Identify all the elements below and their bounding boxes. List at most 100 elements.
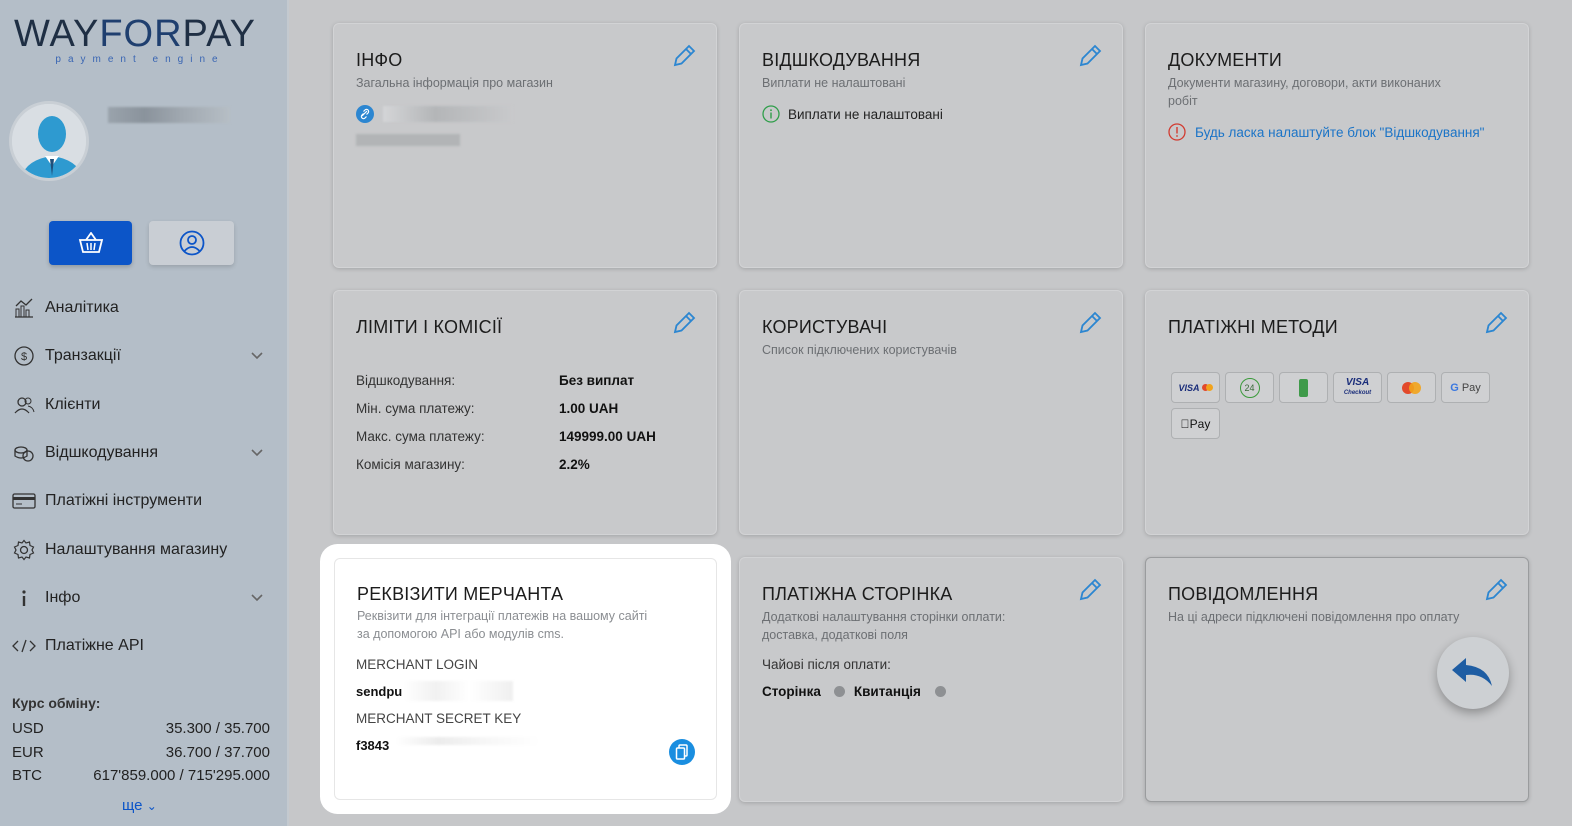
google-pay-icon[interactable]: G Pay [1441, 372, 1490, 403]
visa-checkout-icon[interactable]: VISA Checkout [1333, 372, 1382, 403]
nav-label: Відшкодування [45, 444, 159, 462]
sidebar-nav: Аналітика $ Транзакції Клієнти Відшкодув… [0, 284, 287, 670]
merchant-secret-key-label: MERCHANT SECRET KEY [356, 711, 522, 726]
terminal-icon[interactable] [1279, 372, 1328, 403]
card-subtitle: На ці адреси підключені повідомлення про… [1168, 610, 1460, 624]
limit-label: Комісія магазину: [356, 457, 465, 472]
gear-icon [12, 538, 36, 562]
tips-label: Чайові після оплати: [762, 657, 891, 672]
nav-item-payment-api[interactable]: Платіжне API [0, 622, 287, 670]
back-floating-button[interactable] [1437, 637, 1509, 709]
double-chevron-down-icon: ⌄ [146, 799, 157, 813]
rate-row: USD 35.300 / 35.700 [12, 720, 270, 738]
user-silhouette-icon [12, 104, 86, 178]
nav-label: Інфо [45, 588, 81, 606]
store-url-redacted [383, 106, 513, 122]
profile-button[interactable] [149, 221, 234, 265]
card-info: ІНФО Загальна інформація про магазин [333, 23, 717, 268]
edit-pencil-icon[interactable] [670, 42, 698, 70]
nav-label: Налаштування магазину [45, 540, 228, 558]
nav-item-analytics[interactable]: Аналітика [0, 284, 287, 332]
nav-item-info[interactable]: Інфо [0, 574, 287, 622]
tips-option-page: Сторінка [762, 684, 821, 699]
nav-label: Платіжне API [45, 637, 144, 655]
exchange-rates: Курс обміну: USD 35.300 / 35.700 EUR 36.70… [12, 695, 270, 788]
edit-pencil-icon[interactable] [1076, 42, 1104, 70]
rate-row: BTC 617'859.000 / 715'295.000 [12, 767, 270, 785]
card-title: ПОВІДОМЛЕННЯ [1168, 584, 1319, 604]
limit-value: Без виплат [559, 373, 635, 388]
masterpass-icon[interactable] [1387, 372, 1436, 403]
edit-pencil-icon[interactable] [1482, 576, 1510, 604]
edit-pencil-icon[interactable] [1482, 309, 1510, 337]
limit-value: 1.00 UAH [559, 401, 619, 416]
store-url[interactable] [356, 105, 513, 123]
nav-label: Транзакції [45, 347, 121, 365]
nav-item-payment-instruments[interactable]: Платіжні інструменти [0, 477, 287, 525]
shop-button[interactable] [49, 221, 132, 265]
card-title: ПЛАТІЖНА СТОРІНКА [762, 584, 953, 604]
nav-label: Платіжні інструменти [45, 492, 203, 510]
merchant-login-value[interactable]: sendpu [356, 684, 402, 699]
card-title: ІНФО [356, 50, 403, 70]
card-title: ПЛАТІЖНІ МЕТОДИ [1168, 317, 1338, 337]
rate-row: EUR 36.700 / 37.700 [12, 743, 270, 761]
nav-item-refunds[interactable]: Відшкодування [0, 429, 287, 477]
limit-value: 149999.00 UAH [559, 429, 656, 444]
nav-label: Аналітика [45, 299, 119, 317]
merchant-secret-key-value[interactable]: f3843 [356, 738, 389, 753]
card-merchant-details: РЕКВІЗИТИ МЕРЧАНТА Реквізити для інтегра… [334, 558, 717, 800]
tips-option-receipt: Квитанція [853, 684, 921, 699]
merchant-login-label: MERCHANT LOGIN [356, 657, 479, 672]
card-users: КОРИСТУВАЧІ Список підключених користува… [739, 290, 1123, 535]
card-payment-methods: ПЛАТІЖНІ МЕТОДИ VISA 24 VISA Checkout G P… [1145, 290, 1529, 535]
card-payment-page: ПЛАТІЖНА СТОРІНКА Додаткові налаштування… [739, 557, 1123, 802]
code-icon [12, 634, 36, 658]
wayforpay-logo[interactable]: WAYFORPAY payment engine [14, 14, 266, 70]
edit-pencil-icon[interactable] [1076, 309, 1104, 337]
edit-pencil-icon[interactable] [670, 309, 698, 337]
docs-warning-link[interactable]: Будь ласка налаштуйте блок "Відшкодуванн… [1195, 125, 1484, 140]
return-arrow-icon [1452, 658, 1492, 686]
card-title: КОРИСТУВАЧІ [762, 317, 888, 337]
nav-item-transactions[interactable]: $ Транзакції [0, 332, 287, 380]
payment-methods-row: VISA 24 VISA Checkout G Pay [1171, 372, 1490, 403]
card-subtitle: Загальна інформація про магазин [356, 76, 553, 90]
user-circle-icon [179, 230, 204, 256]
username-redacted [108, 107, 230, 123]
link-icon [356, 105, 374, 123]
card-title: ДОКУМЕНТИ [1168, 50, 1283, 70]
dollar-coin-icon: $ [12, 344, 36, 368]
merchant-login-redacted [403, 681, 513, 701]
coins-icon [12, 441, 36, 465]
chevron-down-icon[interactable] [251, 589, 263, 607]
refund-status-text: Виплати не налаштовані [788, 106, 943, 122]
limit-label: Макс. сума платежу: [356, 429, 485, 444]
info-icon [12, 586, 36, 610]
visa-mastercard-icon[interactable]: VISA [1171, 372, 1220, 403]
card-subtitle: Список підключених користувачів [762, 343, 957, 357]
docs-warning[interactable]: Будь ласка налаштуйте блок "Відшкодуванн… [1168, 123, 1484, 141]
apple-pay-icon[interactable]: Pay [1171, 408, 1220, 439]
refund-status: Виплати не налаштовані [762, 105, 943, 123]
privat24-icon[interactable]: 24 [1225, 372, 1274, 403]
chevron-down-icon[interactable] [251, 444, 263, 462]
limit-label: Відшкодування: [356, 373, 456, 388]
logo-tagline: payment engine [55, 54, 225, 65]
store-name-redacted [356, 134, 460, 146]
more-rates-link[interactable]: ще ⌄ [122, 797, 157, 814]
copy-key-button[interactable] [669, 739, 695, 765]
tips-page-toggle[interactable] [833, 686, 845, 697]
card-icon [12, 489, 36, 513]
nav-label: Клієнти [45, 395, 101, 413]
chevron-down-icon[interactable] [251, 347, 263, 365]
nav-item-store-settings[interactable]: Налаштування магазину [0, 525, 287, 573]
tips-options: Сторінка Квитанція [762, 684, 946, 699]
card-subtitle: Документи магазину, договори, акти викон… [1168, 76, 1441, 108]
edit-pencil-icon[interactable] [1076, 576, 1104, 604]
avatar[interactable] [9, 101, 89, 181]
nav-item-clients[interactable]: Клієнти [0, 381, 287, 429]
copy-icon [675, 744, 688, 760]
tips-receipt-toggle[interactable] [934, 686, 946, 697]
warning-circle-icon [1168, 123, 1186, 141]
